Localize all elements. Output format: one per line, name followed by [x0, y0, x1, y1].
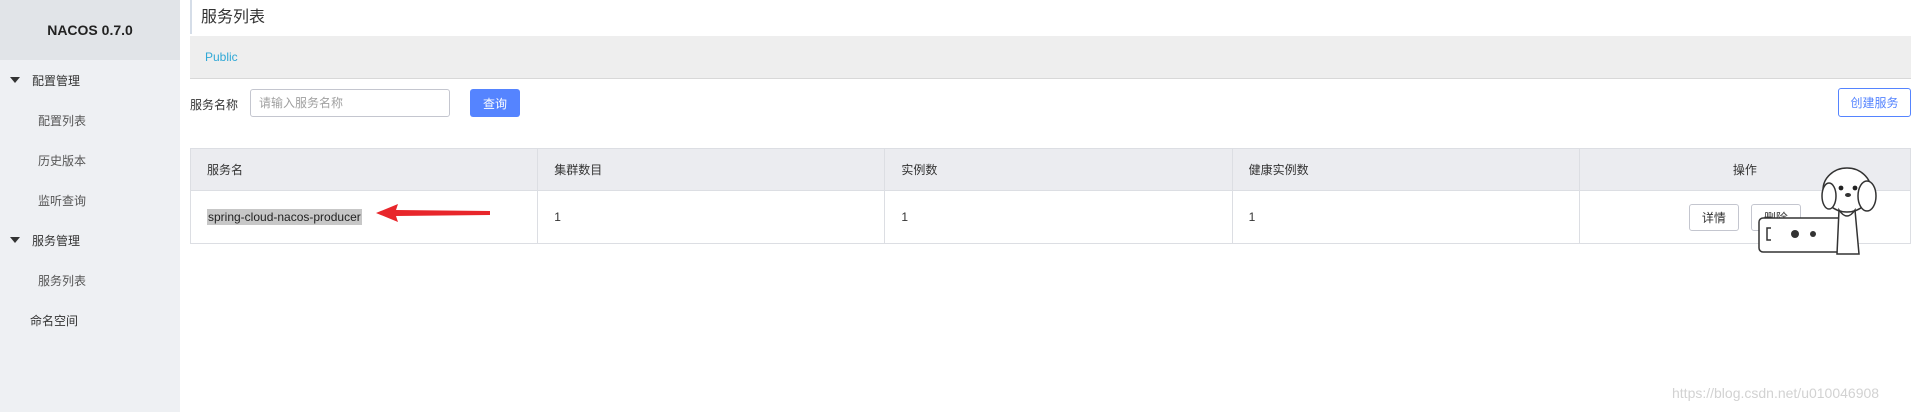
sidebar-group-service[interactable]: 服务管理 [0, 220, 180, 260]
sidebar-item-namespace[interactable]: 命名空间 [0, 300, 180, 340]
sidebar-group-label: 配置管理 [32, 73, 81, 88]
service-name-input[interactable] [250, 89, 450, 117]
namespace-tab-public[interactable]: Public [205, 50, 238, 64]
sidebar-group-label: 服务管理 [32, 233, 81, 248]
caret-down-icon [10, 237, 20, 243]
sidebar-group-config[interactable]: 配置管理 [0, 60, 180, 100]
cell-clusters: 1 [538, 191, 886, 243]
cell-instances: 1 [885, 191, 1233, 243]
mascot-pet-icon [1758, 167, 1877, 255]
sidebar-item-service-list[interactable]: 服务列表 [0, 260, 180, 300]
column-header-service-name: 服务名 [191, 149, 539, 190]
detail-button[interactable]: 详情 [1688, 203, 1739, 231]
cell-healthy: 1 [1233, 191, 1580, 243]
watermark-text: https://blog.csdn.net/u010046908 [1672, 385, 1880, 401]
app-logo: NACOS 0.7.0 [0, 0, 180, 60]
service-table: 服务名 集群数目 实例数 健康实例数 操作 spring-cloud-nacos… [190, 148, 1911, 244]
sidebar-menu: 配置管理 配置列表 历史版本 监听查询 服务管理 服务列表 命名空间 [0, 60, 180, 340]
caret-down-icon [10, 77, 20, 83]
create-service-button[interactable]: 创建服务 [1838, 88, 1911, 117]
column-header-instances: 实例数 [885, 149, 1233, 190]
sidebar: NACOS 0.7.0 配置管理 配置列表 历史版本 监听查询 服务管理 服务列… [0, 0, 180, 412]
service-name-text[interactable]: spring-cloud-nacos-producer [207, 209, 362, 225]
sidebar-item-listener[interactable]: 监听查询 [0, 180, 180, 220]
service-name-label: 服务名称 [190, 98, 239, 112]
red-arrow-icon [376, 204, 490, 222]
sidebar-item-config-list[interactable]: 配置列表 [0, 100, 180, 140]
namespace-bar: Public [190, 36, 1911, 79]
table-header: 服务名 集群数目 实例数 健康实例数 操作 [191, 149, 1910, 191]
column-header-clusters: 集群数目 [538, 149, 886, 190]
column-header-healthy: 健康实例数 [1233, 149, 1580, 190]
query-button[interactable]: 查询 [470, 89, 520, 117]
sidebar-item-history[interactable]: 历史版本 [0, 140, 180, 180]
page-title: 服务列表 [190, 0, 265, 34]
